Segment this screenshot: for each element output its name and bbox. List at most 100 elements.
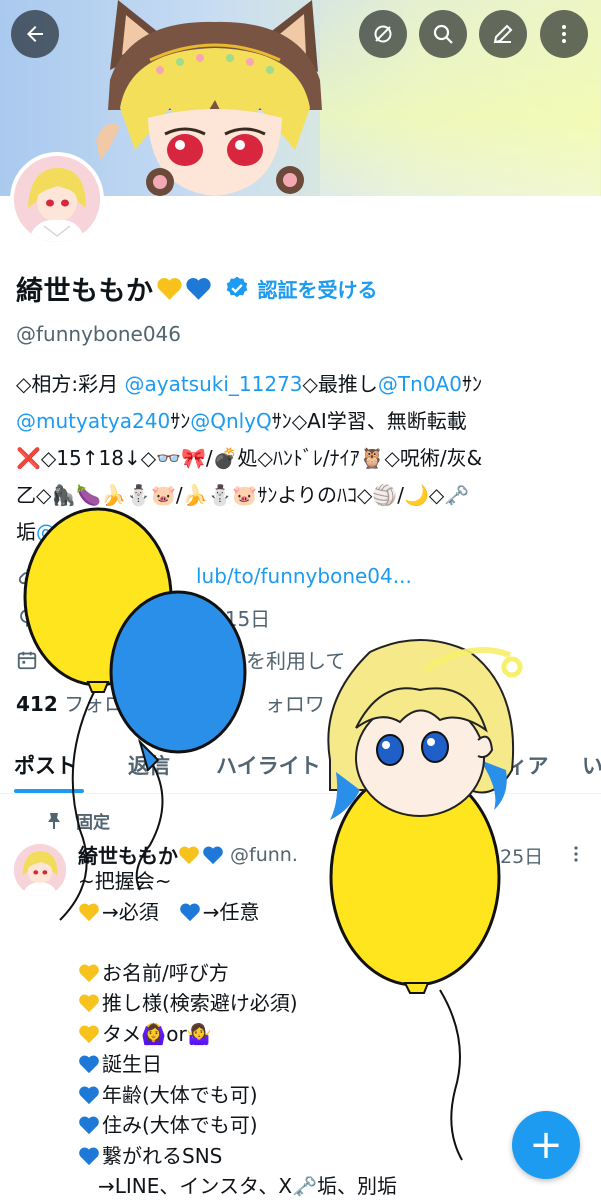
- follow-stats: 412 フォロ ォロワ: [16, 688, 325, 717]
- bio-text: ｻﾝ: [461, 372, 482, 396]
- post-text-line: 住み(大体でも可): [78, 1110, 578, 1141]
- post-text-line: 繋がれるSNS: [78, 1141, 578, 1172]
- balloon-icon: [20, 608, 34, 627]
- blue-heart-icon: [79, 1086, 99, 1104]
- blue-heart-icon: [179, 903, 200, 921]
- bio-line: 乙◇🦍🍆🍌⛄🐷/🍌⛄🐷ｻﾝよりのﾊｺ◇🏐/🌙◇🗝️: [16, 477, 591, 514]
- banner-illustration: [96, 0, 322, 196]
- more-icon[interactable]: [566, 844, 586, 864]
- display-name: 綺世ももか: [16, 275, 154, 307]
- bio-line: ❌◇15↑18↓◇👓🎀/💣処◇ﾊﾝﾄﾞﾚ/ﾅｲｱ🦉◇呪術/灰&: [16, 440, 591, 477]
- post-date[interactable]: 25日: [500, 842, 543, 869]
- profile-website-link[interactable]: lub/to/funnybone04...: [196, 564, 412, 588]
- profile-tabs: ポスト 返信 ハイライト ディア い: [0, 738, 601, 794]
- search-button[interactable]: [419, 10, 467, 58]
- bio-text: ❌◇15↑18↓◇👓🎀/💣処◇ﾊﾝﾄﾞﾚ/ﾅｲｱ🦉◇呪術/灰&: [16, 446, 483, 470]
- tab-likes[interactable]: い: [582, 750, 601, 780]
- plus-icon: +: [529, 1122, 563, 1168]
- profile-avatar[interactable]: [10, 152, 104, 246]
- profile-bio: ◇相方:彩月 @ayatsuki_11273◇最推し@Tn0A0ｻﾝ @mutya…: [16, 366, 591, 551]
- verified-badge-icon: [226, 276, 247, 298]
- followers-label[interactable]: ォロワ: [265, 692, 325, 716]
- bio-mention-link[interactable]: @ayatsuki_11273: [124, 372, 302, 396]
- profile-name-row: 綺世ももか 認証を受ける: [16, 268, 378, 308]
- following-label[interactable]: フォロ: [64, 692, 124, 716]
- post-author-name[interactable]: 綺世ももか: [78, 840, 178, 869]
- post-text-line: [78, 927, 578, 958]
- tab-media[interactable]: ディア: [487, 750, 549, 780]
- post-text-line: →LINE、インスタ、X🗝️垢、別垢: [78, 1171, 578, 1200]
- bio-line: @mutyatya240ｻﾝ@QnlyQｻﾝ◇AI学習、無断転載: [16, 403, 591, 440]
- post-text: →必須: [102, 899, 179, 924]
- yellow-heart-icon: [79, 1025, 99, 1043]
- search-icon: [433, 24, 453, 44]
- post-author-avatar[interactable]: [14, 844, 66, 896]
- arrow-left-icon: [27, 26, 43, 42]
- blue-heart-icon: [79, 1055, 99, 1074]
- tab-highlights[interactable]: ハイライト: [216, 750, 321, 780]
- yellow-heart-icon: [156, 277, 182, 300]
- pinned-indicator: 固定: [46, 808, 110, 833]
- bio-mention-link[interactable]: @QnlyQ: [190, 409, 272, 433]
- post-text-line: 誕生日: [78, 1049, 578, 1080]
- post-text: →任意: [202, 899, 260, 924]
- active-tab-indicator: [14, 789, 84, 793]
- more-button[interactable]: [540, 10, 588, 58]
- profile-birthday-row: 5月15日: [16, 603, 270, 632]
- more-vertical-icon: [562, 25, 566, 43]
- post-text-line: 年齢(大体でも可): [78, 1080, 578, 1111]
- blue-heart-icon: [203, 846, 223, 864]
- link-icon: [18, 567, 36, 585]
- post-text: ~把握会~: [78, 869, 172, 893]
- post-text: タメ🙆‍♀️or🤷‍♀️: [102, 1021, 212, 1046]
- bio-text: ◇相方:彩月: [16, 372, 125, 396]
- post-body: ~把握会~ →必須 →任意お名前/呼び方推し様(検索避け必須) タメ🙆‍♀️or🤷‍…: [78, 866, 578, 1200]
- post-text: 推し様(検索避け必須): [102, 991, 298, 1015]
- calendar-icon: [17, 651, 37, 669]
- bio-mention-link[interactable]: @Tn0A0: [378, 372, 462, 396]
- bio-line: ◇相方:彩月 @ayatsuki_11273◇最推し@Tn0A0ｻﾝ: [16, 366, 591, 403]
- post-text-line: 推し様(検索避け必須): [78, 988, 578, 1019]
- joined-text: を利用して: [246, 649, 346, 673]
- pinned-label: 固定: [76, 813, 110, 833]
- post-text-line: →必須 →任意: [78, 897, 578, 928]
- tab-replies[interactable]: 返信: [128, 750, 170, 780]
- post-text: 年齢(大体でも可): [102, 1082, 258, 1107]
- avatar-illustration: [14, 156, 100, 242]
- post-text-line: ~把握会~: [78, 866, 578, 897]
- bio-text: ｻﾝ: [170, 409, 191, 433]
- post-text: →LINE、インスタ、X🗝️垢、別垢: [78, 1174, 397, 1198]
- mute-button[interactable]: [359, 10, 407, 58]
- post-text: お名前/呼び方: [102, 960, 229, 985]
- post-text-line: タメ🙆‍♀️or🤷‍♀️: [78, 1019, 578, 1050]
- bio-line: 垢@nesabu: [16, 514, 591, 551]
- bio-text: ｻﾝ◇AI学習、無断転載: [271, 409, 467, 433]
- edit-button[interactable]: [479, 10, 527, 58]
- yellow-heart-icon: [179, 846, 199, 864]
- post-text-line: お名前/呼び方: [78, 958, 578, 989]
- post-text: 住み(大体でも可): [102, 1113, 258, 1137]
- post-header: 綺世ももか @funn.: [78, 840, 298, 869]
- yellow-heart-icon: [79, 994, 99, 1013]
- profile-handle: @funnybone046: [16, 322, 181, 346]
- get-verified-link[interactable]: 認証を受ける: [258, 274, 378, 303]
- pin-icon: [48, 812, 60, 829]
- tab-posts[interactable]: ポスト: [14, 750, 77, 780]
- back-button[interactable]: [11, 10, 59, 58]
- compose-button[interactable]: +: [512, 1111, 580, 1179]
- yellow-heart-icon: [79, 964, 99, 982]
- bio-mention-link[interactable]: @mutyatya240: [16, 409, 170, 433]
- bio-mention-link[interactable]: @nesabu: [36, 520, 129, 544]
- bio-text: ◇最推し: [302, 372, 378, 396]
- following-count[interactable]: 412: [16, 692, 58, 716]
- no-entry-icon: [374, 25, 392, 43]
- blue-heart-icon: [79, 1147, 99, 1165]
- post-text: 誕生日: [102, 1052, 162, 1076]
- blue-heart-icon: [79, 1116, 99, 1135]
- post-avatar-illustration: [14, 844, 66, 896]
- post-author-handle[interactable]: @funn.: [230, 844, 298, 866]
- birthday-text: 5月15日: [192, 607, 271, 631]
- yellow-heart-icon: [79, 903, 99, 921]
- bio-text: 垢: [16, 520, 36, 544]
- post-text: 繋がれるSNS: [102, 1143, 223, 1168]
